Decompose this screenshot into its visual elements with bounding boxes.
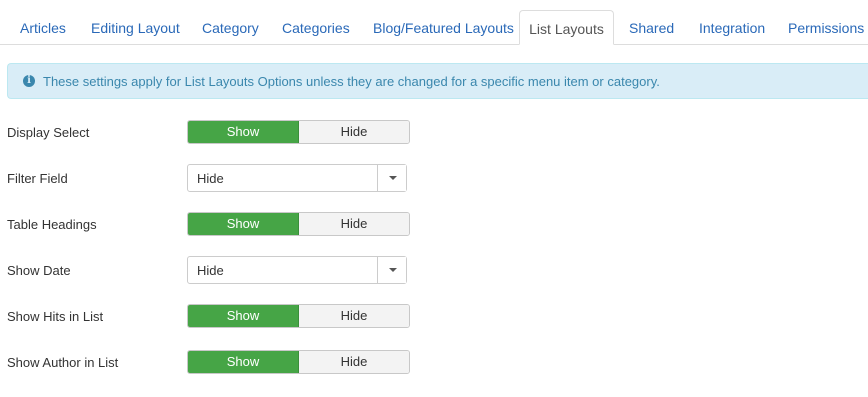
tab-integration[interactable]: Integration: [699, 10, 765, 44]
tab-shared[interactable]: Shared: [629, 10, 674, 44]
show-date-select[interactable]: Hide: [187, 256, 407, 284]
tab-bar-divider: [0, 44, 868, 45]
show-hits-label: Show Hits in List: [7, 309, 104, 324]
tab-articles[interactable]: Articles: [20, 10, 66, 44]
show-date-value: Hide: [197, 263, 224, 278]
table-headings-toggle: Show Hide: [187, 212, 410, 236]
display-select-toggle: Show Hide: [187, 120, 410, 144]
display-select-show-button[interactable]: Show: [188, 121, 299, 143]
tab-categories[interactable]: Categories: [282, 10, 350, 44]
filter-field-label: Filter Field: [7, 171, 68, 186]
tab-blog-featured-layouts[interactable]: Blog/Featured Layouts: [373, 10, 514, 44]
chevron-down-icon: [389, 268, 397, 272]
filter-field-select[interactable]: Hide: [187, 164, 407, 192]
table-headings-hide-button[interactable]: Hide: [299, 213, 409, 235]
info-alert: i These settings apply for List Layouts …: [7, 63, 868, 99]
tab-list-layouts[interactable]: List Layouts: [519, 10, 614, 45]
table-headings-label: Table Headings: [7, 217, 97, 232]
tab-permissions[interactable]: Permissions: [788, 10, 864, 44]
show-author-show-button[interactable]: Show: [188, 351, 299, 373]
show-date-dropdown-toggle[interactable]: [377, 257, 406, 283]
filter-field-dropdown-toggle[interactable]: [377, 165, 406, 191]
tab-editing-layout[interactable]: Editing Layout: [91, 10, 180, 44]
show-hits-show-button[interactable]: Show: [188, 305, 299, 327]
tab-category[interactable]: Category: [202, 10, 259, 44]
show-hits-hide-button[interactable]: Hide: [299, 305, 409, 327]
table-headings-show-button[interactable]: Show: [188, 213, 299, 235]
info-icon: i: [23, 75, 35, 87]
show-date-label: Show Date: [7, 263, 71, 278]
chevron-down-icon: [389, 176, 397, 180]
show-hits-toggle: Show Hide: [187, 304, 410, 328]
filter-field-value: Hide: [197, 171, 224, 186]
show-author-label: Show Author in List: [7, 355, 119, 370]
show-author-toggle: Show Hide: [187, 350, 410, 374]
display-select-label: Display Select: [7, 125, 90, 140]
tab-bar: Articles Editing Layout Category Categor…: [0, 0, 868, 45]
show-author-hide-button[interactable]: Hide: [299, 351, 409, 373]
display-select-hide-button[interactable]: Hide: [299, 121, 409, 143]
alert-message: These settings apply for List Layouts Op…: [43, 74, 660, 89]
